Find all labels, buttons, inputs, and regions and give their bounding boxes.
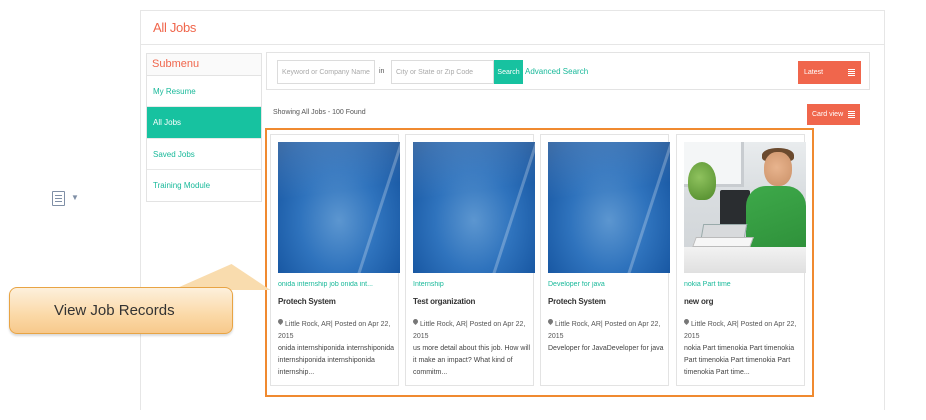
submenu-header: Submenu: [147, 54, 261, 76]
list-icon: [848, 111, 855, 118]
submenu-item-saved-jobs[interactable]: Saved Jobs: [147, 139, 261, 170]
result-count: Showing All Jobs - 100 Found: [273, 109, 366, 116]
view-toggle-label: Card view: [812, 111, 844, 118]
view-toggle-button[interactable]: Card view: [807, 104, 860, 125]
sort-value: Latest: [804, 69, 824, 76]
highlight-box: [265, 128, 814, 397]
callout-text: View Job Records: [54, 302, 175, 319]
submenu-item-all-jobs[interactable]: All Jobs: [147, 107, 261, 139]
chevron-down-icon[interactable]: ▼: [71, 193, 79, 202]
keyword-search-input[interactable]: [277, 60, 375, 84]
location-search-input[interactable]: [391, 60, 494, 84]
title-divider: [141, 44, 884, 45]
page-title: All Jobs: [153, 20, 197, 35]
search-panel: in Search Advanced Search Latest: [266, 52, 870, 90]
submenu-item-training-module[interactable]: Training Module: [147, 170, 261, 201]
search-button[interactable]: Search: [494, 60, 523, 84]
list-icon: [848, 69, 855, 76]
sort-dropdown[interactable]: Latest: [798, 61, 861, 84]
submenu-item-my-resume[interactable]: My Resume: [147, 76, 261, 107]
in-label: in: [379, 68, 385, 75]
document-icon[interactable]: [52, 191, 65, 206]
submenu: Submenu My Resume All Jobs Saved Jobs Tr…: [146, 53, 262, 202]
advanced-search-link[interactable]: Advanced Search: [525, 67, 588, 76]
